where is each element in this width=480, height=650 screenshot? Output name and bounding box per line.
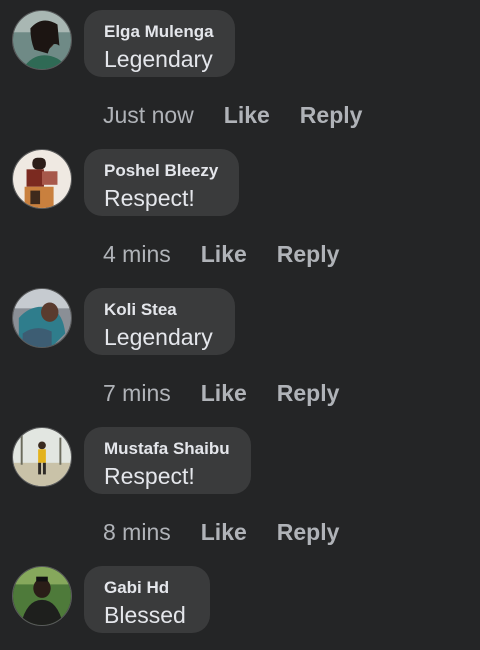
reply-button[interactable]: Reply	[277, 519, 340, 546]
comment-actions: 7 mins Like Reply	[103, 378, 339, 408]
comment-bubble: Gabi Hd Blessed	[84, 566, 210, 633]
avatar[interactable]	[12, 10, 72, 70]
comment-author[interactable]: Poshel Bleezy	[104, 160, 219, 182]
reply-button[interactable]: Reply	[300, 102, 363, 129]
like-button[interactable]: Like	[201, 519, 247, 546]
avatar[interactable]	[12, 288, 72, 348]
comment-actions: 8 mins Like Reply	[103, 517, 339, 547]
comment-bubble: Koli Stea Legendary	[84, 288, 235, 355]
avatar-photo	[13, 428, 71, 486]
comment-text: Respect!	[104, 463, 195, 489]
avatar-photo	[13, 11, 71, 69]
like-button[interactable]: Like	[201, 241, 247, 268]
like-button[interactable]: Like	[201, 380, 247, 407]
avatar-photo	[13, 150, 71, 208]
avatar[interactable]	[12, 566, 72, 626]
comment-timestamp: 8 mins	[103, 518, 171, 545]
comment-bubble: Elga Mulenga Legendary	[84, 10, 235, 77]
comment-timestamp: Just now	[103, 101, 194, 128]
reply-button[interactable]: Reply	[277, 241, 340, 268]
like-button[interactable]: Like	[224, 102, 270, 129]
comment-author[interactable]: Elga Mulenga	[104, 21, 215, 43]
avatar[interactable]	[12, 427, 72, 487]
comment-bubble: Mustafa Shaibu Respect!	[84, 427, 251, 494]
avatar-photo	[13, 289, 71, 347]
comment-author[interactable]: Koli Stea	[104, 299, 215, 321]
comment-timestamp: 7 mins	[103, 379, 171, 406]
comment-author[interactable]: Gabi Hd	[104, 577, 190, 599]
comment-actions: 4 mins Like Reply	[103, 239, 339, 269]
comment-timestamp: 4 mins	[103, 240, 171, 267]
comment-author[interactable]: Mustafa Shaibu	[104, 438, 231, 460]
comment-text: Blessed	[104, 602, 186, 628]
comment-bubble: Poshel Bleezy Respect!	[84, 149, 239, 216]
reply-button[interactable]: Reply	[277, 380, 340, 407]
comment-text: Respect!	[104, 185, 195, 211]
comment-actions: Just now Like Reply	[103, 100, 362, 130]
avatar-photo	[13, 567, 71, 625]
avatar[interactable]	[12, 149, 72, 209]
comment-text: Legendary	[104, 324, 213, 350]
comment-text: Legendary	[104, 46, 213, 72]
